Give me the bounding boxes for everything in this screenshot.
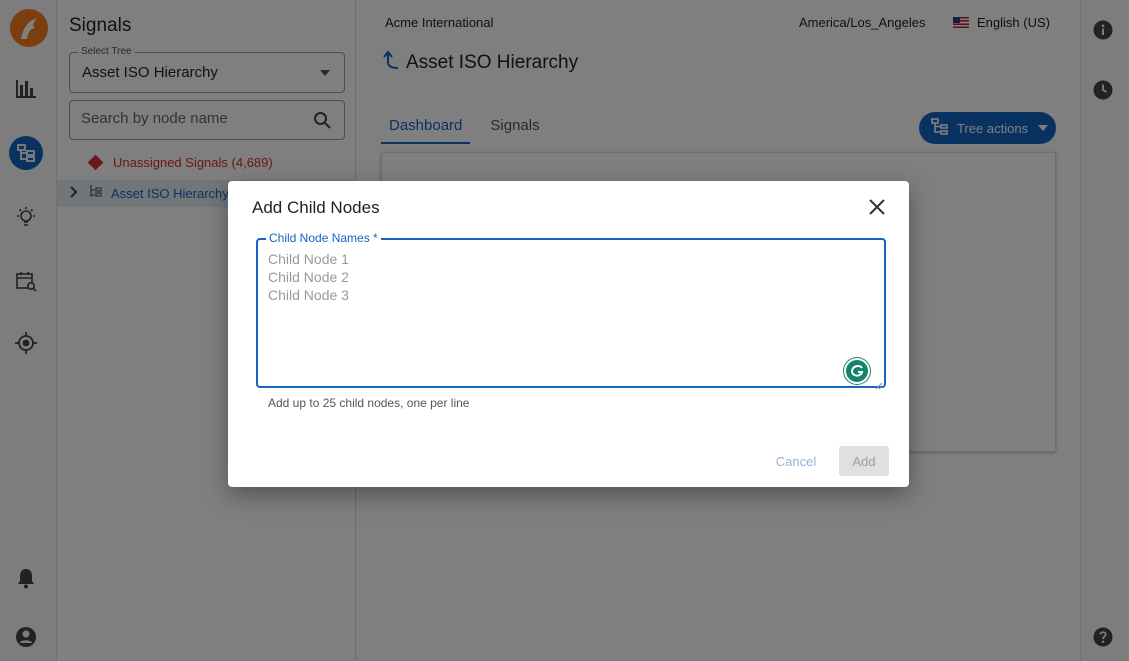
child-node-names-label: Child Node Names * [266,231,381,245]
close-icon[interactable] [868,198,886,216]
resize-grip-icon[interactable] [875,377,883,390]
child-node-names-textarea[interactable] [268,250,868,375]
helper-text: Add up to 25 child nodes, one per line [268,396,470,410]
dialog-title: Add Child Nodes [252,198,380,217]
cancel-button[interactable]: Cancel [768,447,824,475]
grammarly-icon[interactable] [844,358,870,384]
add-child-nodes-dialog: Add Child Nodes Child Node Names * Add u… [228,181,909,487]
add-button[interactable]: Add [839,446,889,476]
child-node-names-field: Child Node Names * [256,231,886,390]
